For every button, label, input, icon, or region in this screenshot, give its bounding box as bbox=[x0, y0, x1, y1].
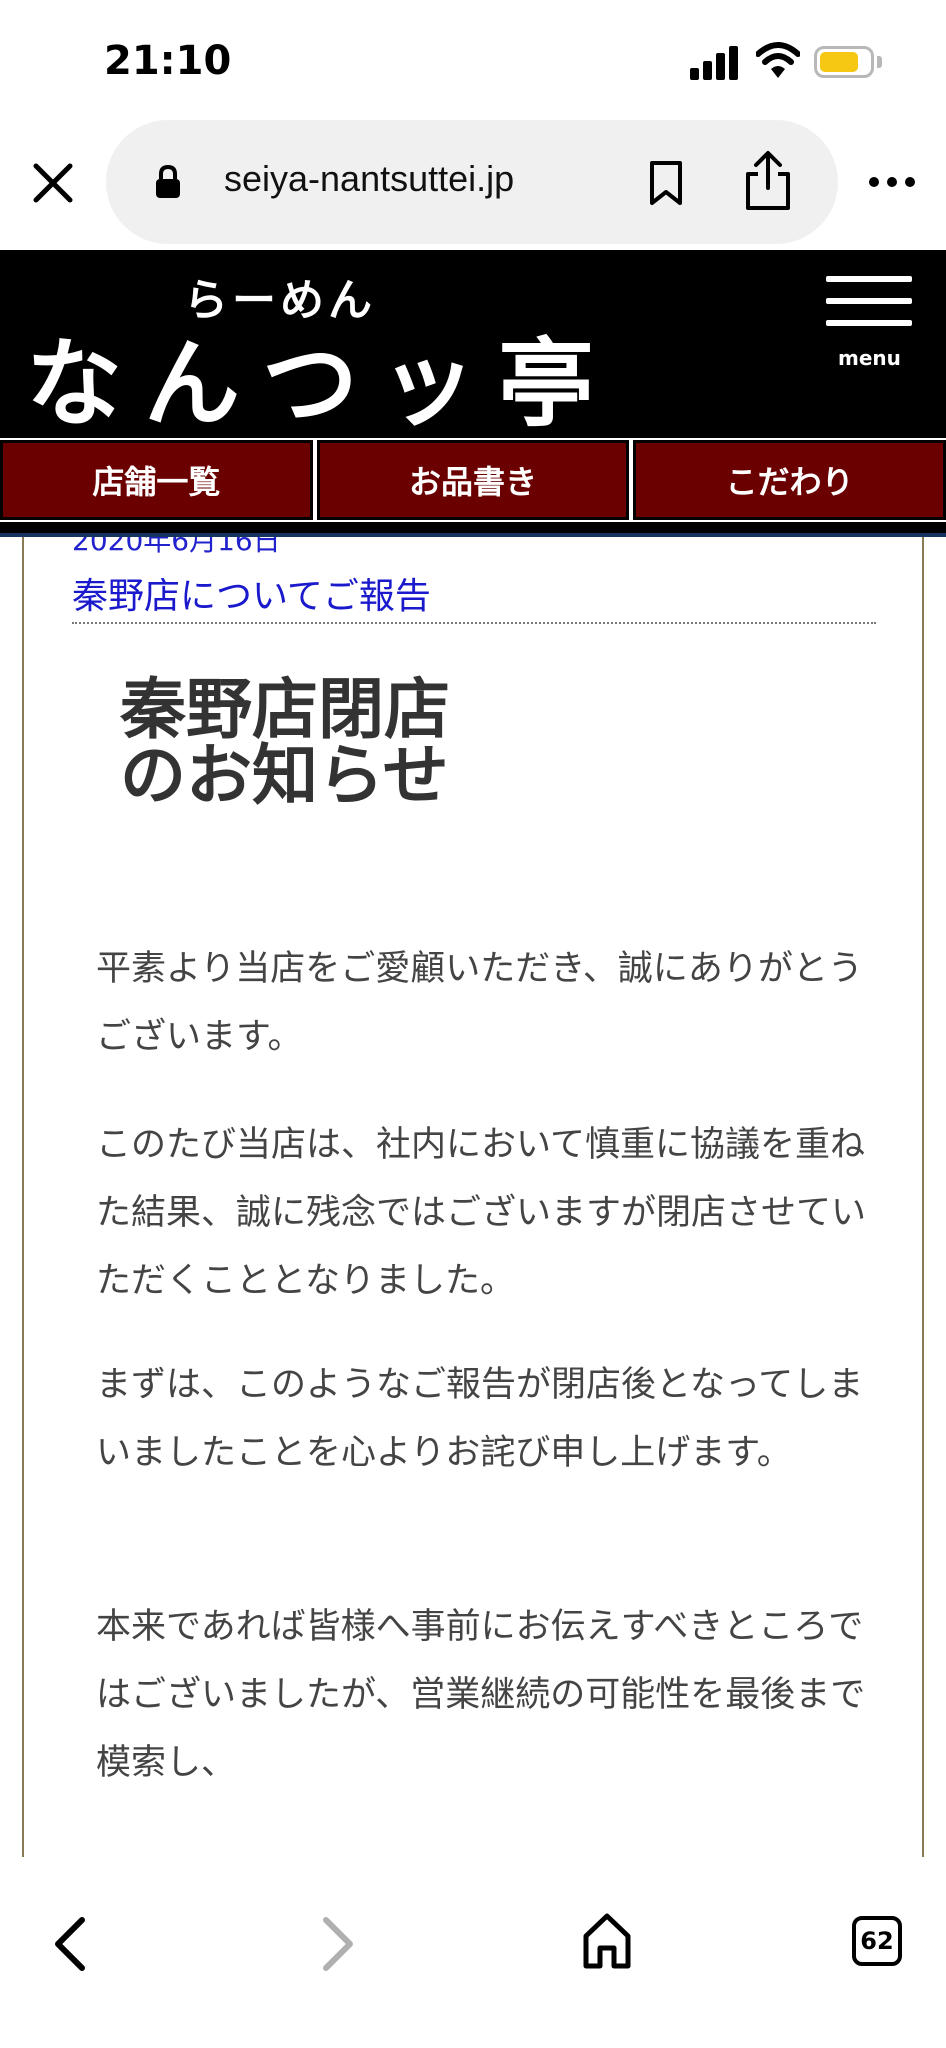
main-nav: 店舗一覧 お品書き こだわり bbox=[0, 438, 946, 522]
hamburger-menu-button[interactable]: menu bbox=[826, 276, 914, 376]
share-icon[interactable] bbox=[742, 150, 794, 212]
status-bar: 21:10 bbox=[0, 0, 946, 120]
bookmark-icon[interactable] bbox=[646, 160, 686, 206]
menu-bar-icon bbox=[826, 298, 912, 304]
cellular-signal-icon bbox=[690, 44, 740, 80]
menu-label: menu bbox=[838, 346, 901, 370]
close-icon[interactable] bbox=[28, 158, 78, 208]
more-options-icon[interactable] bbox=[868, 170, 916, 194]
browser-bottom-toolbar: 62 bbox=[0, 1858, 946, 2048]
url-text: seiya-nantsuttei.jp bbox=[224, 158, 515, 199]
tabs-button[interactable]: 62 bbox=[852, 1916, 902, 1966]
nav-item-stores[interactable]: 店舗一覧 bbox=[0, 440, 313, 520]
menu-bar-icon bbox=[826, 320, 912, 326]
nav-item-menu[interactable]: お品書き bbox=[316, 440, 630, 520]
article: 2020年6月16日 秦野店についてご報告 秦野店閉店のお知らせ 平素より当店を… bbox=[22, 537, 924, 1857]
home-icon[interactable] bbox=[582, 1910, 632, 1972]
browser-screen: 21:10 seiya-nantsuttei.jp らーめん なんつッ亭 men… bbox=[0, 0, 946, 2048]
post-date: 2020年6月16日 bbox=[72, 537, 281, 557]
status-time: 21:10 bbox=[104, 38, 232, 84]
nav-item-commitment[interactable]: こだわり bbox=[633, 440, 946, 520]
battery-cap bbox=[877, 56, 882, 68]
post-title-link[interactable]: 秦野店についてご報告 bbox=[72, 567, 431, 619]
wifi-icon bbox=[756, 42, 800, 78]
forward-arrow-icon[interactable] bbox=[318, 1914, 358, 1974]
menu-bar-icon bbox=[826, 276, 912, 282]
article-heading: 秦野店閉店のお知らせ bbox=[120, 671, 450, 814]
back-arrow-icon[interactable] bbox=[50, 1914, 90, 1974]
site-header: らーめん なんつッ亭 menu bbox=[0, 250, 946, 440]
battery-icon bbox=[814, 46, 874, 78]
site-logo[interactable]: なんつッ亭 bbox=[26, 306, 616, 445]
browser-toolbar: seiya-nantsuttei.jp bbox=[0, 118, 946, 250]
address-bar[interactable]: seiya-nantsuttei.jp bbox=[106, 120, 838, 244]
lock-icon bbox=[156, 164, 180, 198]
article-paragraph: 本来であれば皆様へ事前にお伝えすべきところではございましたが、営業継続の可能性を… bbox=[96, 1607, 866, 1783]
article-paragraph: このたび当店は、社内において慎重に協議を重ねた結果、誠に残念ではございますが閉店… bbox=[96, 1125, 867, 1301]
article-paragraph: 平素より当店をご愛顧いただき、誠にありがとうございます。 bbox=[96, 949, 863, 1057]
title-divider bbox=[72, 622, 876, 624]
article-paragraph: まずは、このようなご報告が閉店後となってしまいましたことを心よりお詫び申し上げま… bbox=[96, 1365, 864, 1473]
